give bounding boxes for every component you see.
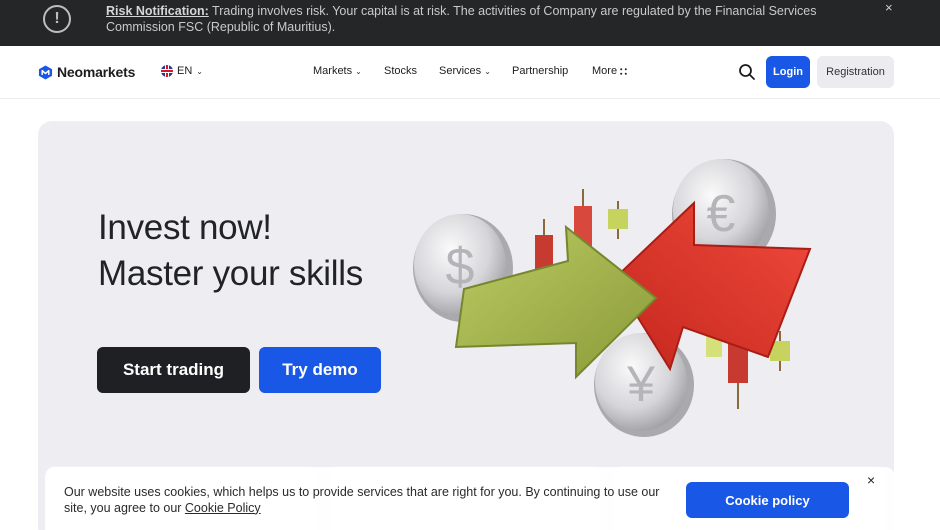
nav-more[interactable]: More xyxy=(592,65,627,77)
chevron-down-icon: ⌄ xyxy=(484,66,491,76)
trading-arrows-illustration: $ € ¥ xyxy=(413,159,812,437)
svg-text:€: € xyxy=(707,185,736,243)
nav-label: Markets xyxy=(313,65,353,77)
nav-label: Partnership xyxy=(512,65,569,77)
site-header: Neomarkets EN ⌄ Markets ⌄ Stocks Service… xyxy=(0,46,940,99)
language-selector[interactable]: EN ⌄ xyxy=(161,65,203,77)
cookie-policy-link[interactable]: Cookie Policy xyxy=(185,501,261,515)
nav-label: Stocks xyxy=(384,65,418,77)
risk-notification-body: Trading involves risk. Your capital is a… xyxy=(106,4,817,34)
chevron-down-icon: ⌄ xyxy=(355,66,362,76)
grid-dots-icon xyxy=(620,67,627,75)
nav-markets[interactable]: Markets ⌄ xyxy=(313,65,362,77)
language-label: EN xyxy=(177,65,193,77)
try-demo-button[interactable]: Try demo xyxy=(259,347,381,393)
neomarkets-logo-icon xyxy=(38,64,53,80)
search-icon[interactable] xyxy=(738,63,756,81)
close-icon[interactable]: × xyxy=(867,472,875,488)
exclamation-circle-icon: ! xyxy=(43,5,71,33)
brand-name: Neomarkets xyxy=(57,64,136,80)
logo[interactable]: Neomarkets xyxy=(38,64,135,80)
start-trading-button[interactable]: Start trading xyxy=(97,347,250,393)
uk-flag-icon xyxy=(161,65,173,77)
hero-title: Invest now! Master your skills xyxy=(98,205,363,297)
risk-notification-banner: ! Risk Notification: Trading involves ri… xyxy=(0,0,940,46)
nav-label: Services xyxy=(439,65,482,77)
cookie-policy-button[interactable]: Cookie policy xyxy=(686,482,849,518)
risk-notification-title: Risk Notification: xyxy=(106,4,209,18)
cookie-banner: Our website uses cookies, which helps us… xyxy=(45,467,895,530)
nav-label: More xyxy=(592,65,618,77)
nav-stocks[interactable]: Stocks xyxy=(384,65,417,77)
nav-services[interactable]: Services ⌄ xyxy=(439,65,491,77)
close-icon[interactable]: × xyxy=(885,0,893,15)
cookie-message: Our website uses cookies, which helps us… xyxy=(64,485,660,515)
svg-text:¥: ¥ xyxy=(626,356,655,412)
registration-button[interactable]: Registration xyxy=(817,56,894,88)
risk-notification-text: Risk Notification: Trading involves risk… xyxy=(106,4,876,35)
cookie-text: Our website uses cookies, which helps us… xyxy=(64,485,674,516)
login-button[interactable]: Login xyxy=(766,56,810,88)
hero-title-line-2: Master your skills xyxy=(98,254,363,293)
hero-title-line-1: Invest now! xyxy=(98,208,272,247)
nav-partnership[interactable]: Partnership xyxy=(512,65,568,77)
chevron-down-icon: ⌄ xyxy=(196,66,203,76)
